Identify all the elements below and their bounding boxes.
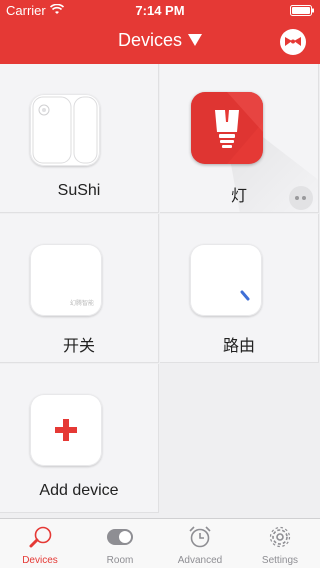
device-label: 路由 (222, 338, 255, 355)
device-card-switch[interactable]: 幻腾智能 开关 (0, 214, 159, 363)
device-card-sushi[interactable]: SuShi (0, 64, 159, 213)
battery-icon (290, 5, 314, 16)
tab-label: Advanced (177, 555, 223, 566)
add-device-label: Add device (39, 482, 119, 499)
device-card-router[interactable]: 路由 (160, 214, 319, 363)
device-label: SuShi (57, 182, 101, 199)
devices-dropdown[interactable]: Devices (0, 30, 320, 51)
tab-room[interactable]: Room (80, 519, 160, 568)
tab-label: Room (106, 555, 134, 566)
header: Carrier 7:14 PM Devices (0, 0, 320, 64)
page-title: Devices (117, 30, 183, 50)
tab-devices[interactable]: Devices (0, 519, 80, 568)
status-bar: Carrier 7:14 PM (0, 0, 320, 20)
device-label: 开关 (62, 338, 95, 355)
device-grid: SuShi 灯 幻腾智能 开关 路由 Add device (0, 64, 320, 518)
tab-advanced[interactable]: Advanced (160, 519, 240, 568)
router-icon (190, 244, 262, 316)
door-sensor-icon (30, 94, 100, 166)
empty-cell (160, 364, 319, 513)
bulb-tab-icon (29, 526, 52, 548)
add-device-card[interactable]: Add device (0, 364, 159, 513)
bowtie-bell-icon (285, 37, 301, 46)
toggle-icon (107, 529, 133, 545)
notification-button[interactable] (280, 29, 306, 55)
tab-label: Settings (261, 555, 299, 566)
tab-bar: Devices Room Advanced Settings (0, 518, 320, 568)
gear-icon (269, 526, 291, 548)
tab-settings[interactable]: Settings (240, 519, 320, 568)
status-time: 7:14 PM (135, 3, 185, 18)
triangle-down-icon (188, 34, 203, 46)
alarm-clock-icon (189, 526, 211, 548)
light-bulb-icon (191, 92, 263, 164)
switch-icon: 幻腾智能 (30, 244, 102, 316)
device-brand-text: 幻腾智能 (69, 300, 94, 307)
plus-icon (30, 394, 102, 466)
device-card-light[interactable]: 灯 (160, 64, 319, 213)
more-options-icon[interactable] (289, 186, 313, 210)
tab-label: Devices (22, 555, 58, 566)
